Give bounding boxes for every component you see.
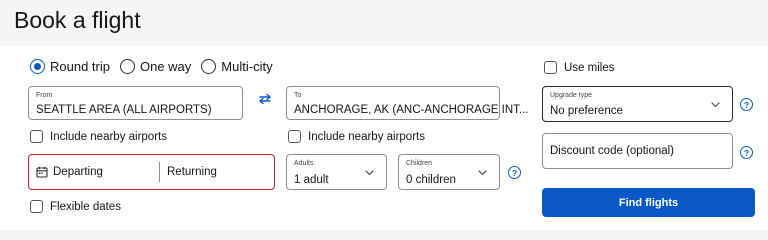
chevron-down-icon [365, 170, 374, 176]
calendar-icon [36, 166, 48, 178]
upgrade-type-select[interactable]: Upgrade type No preference [542, 86, 733, 122]
radio-one-way-indicator[interactable] [119, 59, 135, 74]
use-miles-checkbox[interactable] [544, 61, 557, 74]
upgrade-type-label: Upgrade type [550, 92, 593, 99]
nearby-to-checkbox[interactable] [288, 130, 301, 143]
upgrade-help-icon[interactable]: ? [740, 98, 753, 111]
discount-code-placeholder: Discount code (optional) [550, 145, 675, 157]
departing-field[interactable]: Departing [53, 166, 103, 178]
swap-icon[interactable] [256, 90, 274, 108]
page-title: Book a flight [14, 7, 141, 33]
radio-multi-city[interactable]: Multi-city [201, 59, 273, 74]
chevron-down-icon [711, 102, 720, 108]
trip-type-group: Round trip One way Multi-city [30, 59, 277, 74]
radio-multi-city-label: Multi-city [221, 59, 273, 74]
use-miles-label: Use miles [564, 61, 615, 74]
passengers-help-icon[interactable]: ? [508, 166, 521, 179]
adults-label: Adults [294, 160, 314, 167]
upgrade-type-value: No preference [550, 105, 623, 117]
nearby-to-checkbox-row[interactable]: Include nearby airports [288, 130, 425, 143]
radio-one-way[interactable]: One way [119, 59, 192, 74]
children-select[interactable]: Children 0 children [398, 154, 500, 190]
date-picker[interactable]: Departing Returning [28, 154, 275, 190]
adults-select[interactable]: Adults 1 adult [286, 154, 387, 190]
nearby-to-label: Include nearby airports [308, 130, 425, 143]
radio-round-trip-indicator[interactable] [30, 59, 45, 74]
radio-multi-city-indicator[interactable] [201, 59, 217, 74]
from-field-label: From [36, 92, 53, 99]
find-flights-button[interactable]: Find flights [542, 188, 755, 217]
from-field[interactable]: From SEATTLE AREA (ALL AIRPORTS) [28, 86, 243, 120]
flexible-dates-checkbox-row[interactable]: Flexible dates [30, 200, 121, 213]
radio-round-trip[interactable]: Round trip [30, 59, 110, 74]
adults-value: 1 adult [294, 174, 329, 186]
flexible-dates-label: Flexible dates [50, 200, 121, 213]
radio-round-trip-label: Round trip [50, 59, 110, 74]
from-field-value: SEATTLE AREA (ALL AIRPORTS) [36, 104, 212, 116]
children-label: Children [406, 160, 433, 167]
dates-divider [159, 162, 160, 182]
to-field-value: ANCHORAGE, AK (ANC-ANCHORAGE INT... [294, 104, 529, 116]
returning-field[interactable]: Returning [167, 166, 217, 178]
radio-one-way-label: One way [139, 59, 192, 74]
discount-code-input[interactable]: Discount code (optional) [542, 133, 733, 169]
flexible-dates-checkbox[interactable] [30, 200, 43, 213]
use-miles-checkbox-row[interactable]: Use miles [544, 61, 614, 74]
to-field-label: To [294, 92, 302, 99]
children-value: 0 children [406, 174, 456, 186]
chevron-down-icon [478, 170, 487, 176]
to-field[interactable]: To ANCHORAGE, AK (ANC-ANCHORAGE INT... [286, 86, 529, 120]
nearby-from-label: Include nearby airports [50, 130, 167, 143]
nearby-from-checkbox-row[interactable]: Include nearby airports [30, 130, 167, 143]
nearby-from-checkbox[interactable] [30, 130, 43, 143]
discount-help-icon[interactable]: ? [740, 146, 753, 159]
